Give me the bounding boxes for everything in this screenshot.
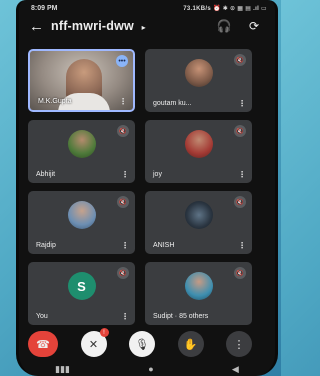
participant-name: M.K.Gupta [38, 98, 72, 105]
participant-tile[interactable]: 🔇 goutam ku... ⋮ [145, 49, 252, 112]
more-options-button[interactable]: ⋮ [226, 331, 252, 357]
app-bar: ← nff-mwri-dww ▸ 🎧 ⟳ [19, 15, 275, 37]
muted-mic-icon: 🔇 [234, 267, 246, 279]
tile-menu-icon[interactable]: ⋮ [119, 97, 127, 106]
status-indicators: 73.1KB/s ⏰ ✱ ⊙ ▦ ▤ .ıl ▭ [183, 6, 267, 12]
phone-hangup-icon: ☎ [36, 338, 50, 351]
hand-icon: ✋ [183, 338, 198, 351]
tile-menu-icon[interactable]: ⋮ [121, 312, 129, 321]
back-icon[interactable]: ◀ [232, 364, 239, 375]
meeting-code: nff-mwri-dww [51, 19, 134, 33]
participant-tile[interactable]: 🔇 Rajdip ⋮ [28, 191, 135, 254]
participant-avatar [184, 130, 213, 158]
tile-menu-icon[interactable]: ⋮ [121, 170, 129, 179]
home-icon[interactable]: ● [148, 364, 153, 374]
others-tile[interactable]: 🔇 Sudipt · 85 others [145, 262, 252, 325]
muted-mic-icon: 🔇 [117, 125, 129, 137]
more-vert-icon: ⋮ [233, 338, 245, 351]
switch-camera-icon[interactable]: ⟳ [243, 19, 265, 33]
participant-tile[interactable]: 🔇 joy ⋮ [145, 120, 252, 183]
camera-off-icon: ✕ [88, 338, 99, 351]
participant-avatar [184, 201, 213, 229]
participant-avatar [67, 201, 96, 229]
muted-mic-icon: 🔇 [234, 196, 246, 208]
mic-off-icon: 🎙 [135, 338, 149, 351]
camera-alert-badge: ! [99, 328, 109, 337]
participant-tile-self[interactable]: 🔇 S You ⋮ [28, 262, 135, 325]
participant-tile[interactable]: 🔇 ANISH ⋮ [145, 191, 252, 254]
call-controls: ☎ ✕ ! 🎙 ✋ ⋮ [20, 328, 260, 358]
muted-mic-icon: 🔇 [117, 196, 129, 208]
camera-toggle-button[interactable]: ✕ ! [80, 328, 109, 357]
caret-right-icon: ▸ [141, 23, 146, 32]
muted-mic-icon: 🔇 [234, 125, 246, 137]
system-nav-bar: ▮▮▮ ● ◀ [16, 362, 278, 376]
recents-icon[interactable]: ▮▮▮ [55, 364, 70, 375]
end-call-button[interactable]: ☎ [28, 331, 58, 357]
participant-name: Rajdip [36, 242, 56, 249]
participant-avatar [67, 130, 96, 158]
muted-mic-icon: 🔇 [234, 54, 246, 66]
participant-avatar [184, 59, 213, 87]
raise-hand-button[interactable]: ✋ [177, 331, 204, 357]
status-bar: 8:09 PM 73.1KB/s ⏰ ✱ ⊙ ▦ ▤ .ıl ▭ [19, 0, 275, 15]
tile-menu-icon[interactable]: ⋮ [238, 170, 246, 179]
participant-grid: ••• M.K.Gupta ⋮ 🔇 goutam ku... ⋮ 🔇 Abhij… [28, 49, 258, 325]
status-time: 8:09 PM [31, 5, 58, 12]
participant-avatar [184, 272, 213, 300]
participant-name: goutam ku... [153, 100, 192, 107]
mic-toggle-button[interactable]: 🎙 [129, 331, 155, 357]
back-arrow-icon[interactable]: ← [29, 18, 51, 35]
speaking-indicator-icon: ••• [116, 55, 128, 67]
headphone-icon[interactable]: 🎧 [213, 19, 235, 33]
participant-name: ANISH [153, 242, 175, 249]
self-avatar-initial: S [67, 272, 96, 300]
participant-tile[interactable]: ••• M.K.Gupta ⋮ [28, 49, 135, 112]
meeting-title[interactable]: nff-mwri-dww ▸ [51, 19, 205, 33]
tile-menu-icon[interactable]: ⋮ [238, 99, 246, 108]
participant-name: joy [153, 171, 162, 178]
tile-menu-icon[interactable]: ⋮ [238, 241, 246, 250]
participant-tile[interactable]: 🔇 Abhijit ⋮ [28, 120, 135, 183]
others-count-label: Sudipt · 85 others [153, 313, 209, 320]
participant-name: You [36, 313, 48, 320]
muted-mic-icon: 🔇 [117, 267, 129, 279]
participant-name: Abhijit [36, 171, 56, 178]
tile-menu-icon[interactable]: ⋮ [121, 241, 129, 250]
